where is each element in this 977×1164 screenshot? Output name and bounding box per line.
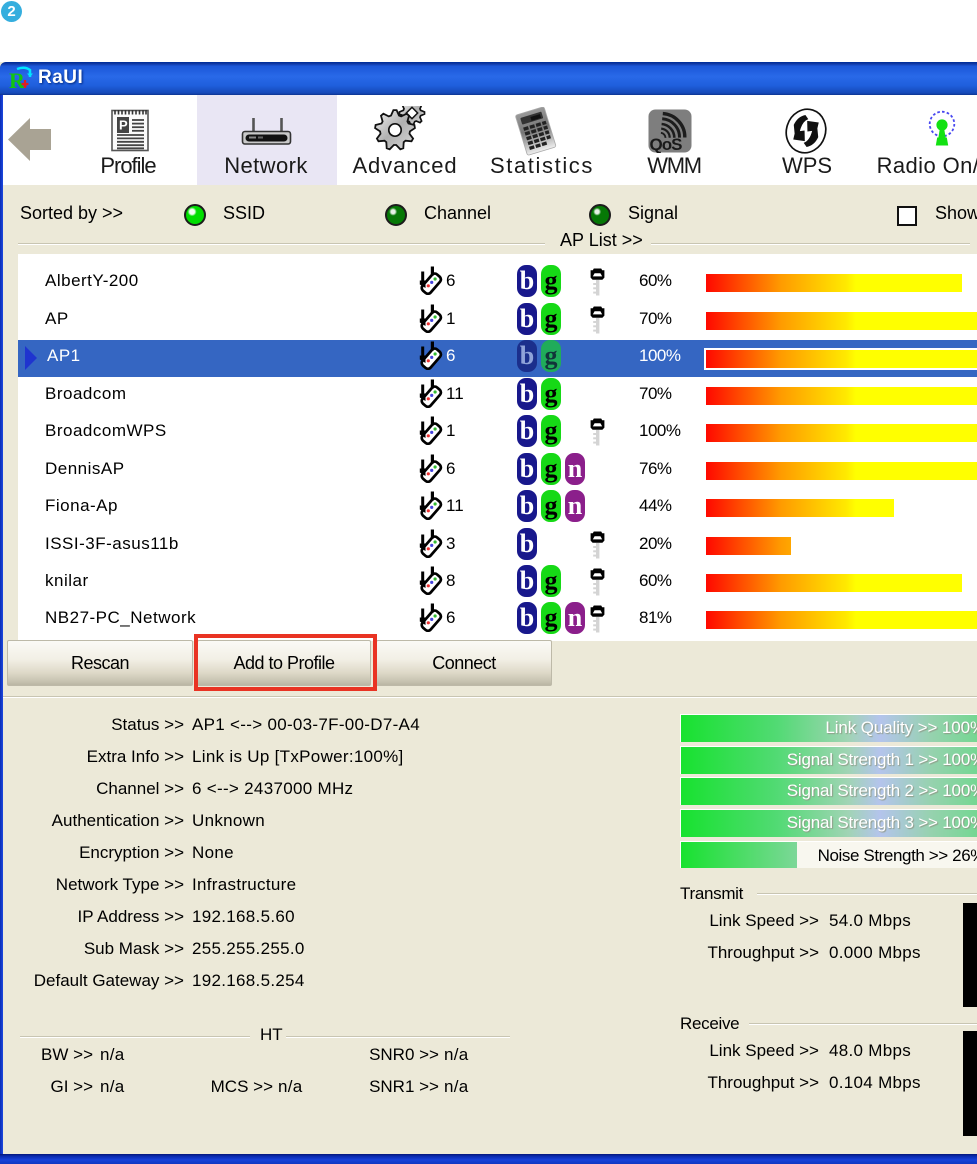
svg-text:P: P (119, 118, 128, 133)
svg-text:R: R (9, 68, 26, 92)
svg-text:QoS: QoS (650, 135, 683, 153)
